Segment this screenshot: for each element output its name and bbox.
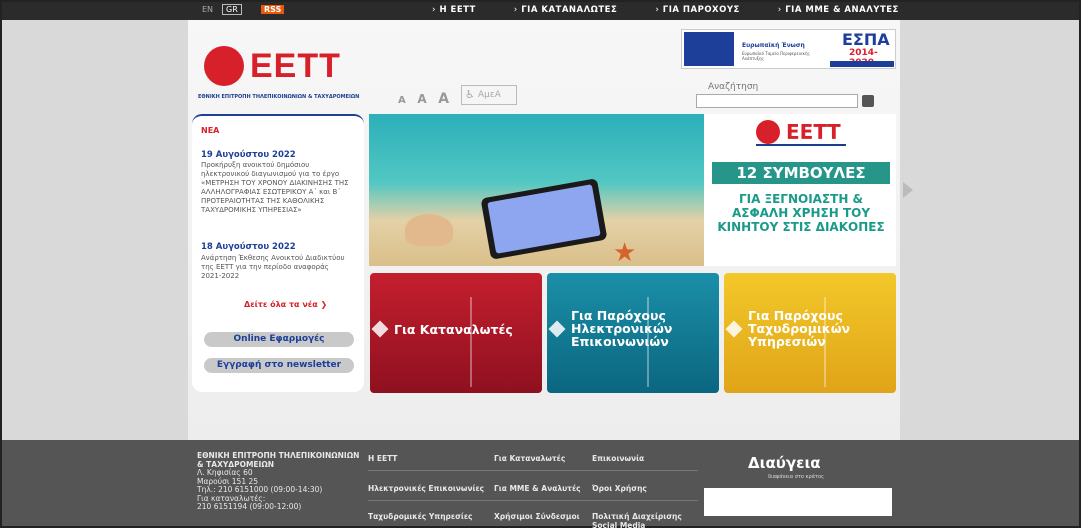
footer-link[interactable]: Ηλεκτρονικές Επικοινωνίες (368, 484, 484, 493)
tile-label: Για Παρόχους Ηλεκτρονικών Επικοινωνιών (571, 308, 673, 349)
online-apps-button[interactable]: Online Εφαρμογές (204, 332, 354, 347)
footer-divider (368, 470, 698, 471)
espa-banner[interactable]: Ευρωπαϊκή Ένωση Ευρωπαϊκό Ταμείο Περιφερ… (681, 29, 896, 69)
tile-consumers[interactable]: Για Καταναλωτές (370, 273, 542, 393)
footer-consumers-phone: 210 6151194 (09:00-12:00) (197, 502, 302, 511)
nav-consumers[interactable]: ΓΙΑ ΚΑΤΑΝΑΛΩΤΕΣ (514, 5, 656, 15)
news-box: ΝΕΑ 19 Αυγούστου 2022 Προκήρυξη ανοικτού… (192, 114, 364, 392)
tips-divider (756, 144, 846, 146)
diavgeia-logo[interactable]: Διαύγεια (748, 454, 821, 472)
news-text[interactable]: Ανάρτηση Έκθεσης Ανοικτού Διαδικτύου της… (201, 254, 351, 281)
tips-text: ΓΙΑ ΞΕΓΝΟΙΑΣΤΗ & ΑΣΦΑΛΗ ΧΡΗΣΗ ΤΟΥ ΚΙΝΗΤΟ… (717, 192, 885, 234)
funding-logos[interactable] (704, 488, 892, 516)
eu-sub-label: Ευρωπαϊκό Ταμείο Περιφερειακής Ανάπτυξης (742, 51, 810, 61)
footer-link[interactable]: Χρήσιμοι Σύνδεσμοι (494, 512, 580, 521)
starfish-icon: ★ (613, 238, 637, 268)
footer-divider (368, 500, 698, 501)
eu-flag-icon (684, 32, 734, 66)
footer-link[interactable]: Για Καταναλωτές (494, 454, 565, 463)
logo-brand: ΕΕΤΤ (250, 47, 341, 85)
news-date[interactable]: 19 Αυγούστου 2022 (201, 150, 296, 160)
espa-bar (830, 61, 894, 67)
lang-en-link[interactable]: EN (202, 5, 213, 14)
search-input[interactable] (696, 94, 858, 108)
tips-title: 12 ΣΥΜΒΟΥΛΕΣ (712, 162, 890, 184)
tile-postal-providers[interactable]: Για Παρόχους Ταχυδρομικών Υπηρεσιών (724, 273, 896, 393)
tips-brand: ΕΕΤΤ (786, 120, 841, 144)
footer-link[interactable]: Η ΕΕΤΤ (368, 454, 397, 463)
lang-gr-link[interactable]: GR (222, 4, 242, 15)
footer-org: ΕΘΝΙΚΗ ΕΠΙΤΡΟΠΗ ΤΗΛΕΠΙΚΟΙΝΩΝΙΩΝ & ΤΑΧΥΔΡ… (197, 451, 360, 469)
nav-eett[interactable]: Η ΕΕΤΤ (432, 5, 514, 15)
accessibility-label: ΑμεΑ (478, 90, 501, 100)
chevron-right-icon (548, 320, 566, 338)
top-bar: EN GR RSS Η ΕΕΤΤ ΓΙΑ ΚΑΤΑΝΑΛΩΤΕΣ ΓΙΑ ΠΑΡ… (2, 2, 1079, 20)
nav-providers[interactable]: ΓΙΑ ΠΑΡΟΧΟΥΣ (655, 5, 777, 15)
chevron-right-icon (725, 320, 743, 338)
footer-link[interactable]: Πολιτική Διαχείρισης Social Media (592, 512, 692, 528)
search-label: Αναζήτηση (708, 82, 759, 92)
news-heading: ΝΕΑ (201, 126, 220, 135)
newsletter-button[interactable]: Εγγραφή στο newsletter (204, 358, 354, 373)
espa-title: ΕΣΠΑ (842, 30, 890, 49)
rss-link[interactable]: RSS (261, 5, 285, 14)
footer-address: ΕΘΝΙΚΗ ΕΠΙΤΡΟΠΗ ΤΗΛΕΠΙΚΟΙΝΩΝΙΩΝ & ΤΑΧΥΔΡ… (197, 451, 367, 512)
chevron-right-icon (371, 320, 389, 338)
tile-telecom-providers[interactable]: Για Παρόχους Ηλεκτρονικών Επικοινωνιών (547, 273, 719, 393)
news-text[interactable]: Προκήρυξη ανοικτού δημόσιου ηλεκτρονικού… (201, 161, 351, 215)
carousel-next-icon[interactable] (903, 182, 913, 198)
nav-media-analysts[interactable]: ΓΙΑ ΜΜΕ & ΑΝΑΛΥΤΕΣ (778, 5, 937, 15)
seashell-shape (405, 214, 453, 246)
tips-panel: ΕΕΤΤ 12 ΣΥΜΒΟΥΛΕΣ ΓΙΑ ΞΕΓΝΟΙΑΣΤΗ & ΑΣΦΑΛ… (704, 114, 896, 266)
top-nav: Η ΕΕΤΤ ΓΙΑ ΚΑΤΑΝΑΛΩΤΕΣ ΓΙΑ ΠΑΡΟΧΟΥΣ ΓΙΑ … (432, 5, 937, 15)
font-size-controls: A A A (398, 88, 455, 107)
diavgeia-subtitle: διαφάνεια στο κράτος (768, 474, 824, 480)
tile-label: Για Παρόχους Ταχυδρομικών Υπηρεσιών (748, 308, 851, 349)
search-button-icon[interactable] (862, 95, 874, 107)
logo-subtitle: ΕΘΝΙΚΗ ΕΠΙΤΡΟΠΗ ΤΗΛΕΠΙΚΟΙΝΩΝΙΩΝ & ΤΑΧΥΔΡ… (198, 94, 360, 100)
eu-label: Ευρωπαϊκή Ένωση (742, 42, 805, 49)
footer-link[interactable]: Επικοινωνία (592, 454, 644, 463)
tile-label: Για Καταναλωτές (394, 322, 513, 337)
tips-logo-icon (756, 120, 780, 144)
footer-link[interactable]: Ταχυδρομικές Υπηρεσίες (368, 512, 472, 521)
font-medium-button[interactable]: A (417, 92, 426, 106)
see-all-news-link[interactable]: Δείτε όλα τα νέα ❯ (244, 300, 327, 309)
news-date[interactable]: 18 Αυγούστου 2022 (201, 242, 296, 252)
font-large-button[interactable]: A (438, 91, 449, 107)
accessibility-button[interactable]: ♿ ΑμεΑ (461, 85, 517, 105)
wheelchair-icon: ♿ (465, 88, 475, 101)
font-small-button[interactable]: A (398, 95, 406, 106)
footer-link[interactable]: Για ΜΜΕ & Αναλυτές (494, 484, 581, 493)
beach-image: ★ (369, 114, 704, 266)
footer-link[interactable]: Όροι Χρήσης (592, 484, 647, 493)
logo-flower-icon (204, 46, 244, 86)
eett-logo[interactable]: ΕΕΤΤ ΕΘΝΙΚΗ ΕΠΙΤΡΟΠΗ ΤΗΛΕΠΙΚΟΙΝΩΝΙΩΝ & Τ… (198, 42, 363, 106)
hero-banner[interactable]: ★ ΕΕΤΤ 12 ΣΥΜΒΟΥΛΕΣ ΓΙΑ ΞΕΓΝΟΙΑΣΤΗ & ΑΣΦ… (369, 114, 896, 266)
tree-decoration (470, 297, 530, 387)
phone-image (480, 178, 608, 260)
